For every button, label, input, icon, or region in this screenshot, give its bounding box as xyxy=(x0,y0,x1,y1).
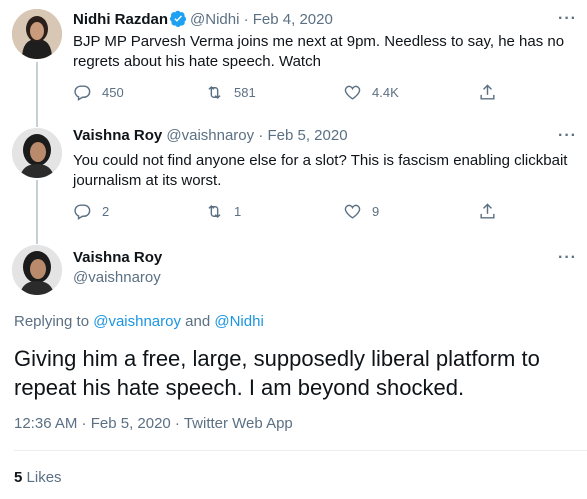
replying-and: and xyxy=(185,313,211,330)
tweet-timestamp[interactable]: 12:36 AM · Feb 5, 2020 · Twitter Web App xyxy=(14,415,293,432)
replying-to-link[interactable]: @vaishnaroy xyxy=(93,313,181,330)
main-tweet-text: Giving him a free, large, supposedly lib… xyxy=(14,346,540,400)
replying-to-link[interactable]: @Nidhi xyxy=(214,313,263,330)
avatar[interactable] xyxy=(12,245,62,295)
author-name[interactable]: Vaishna Roy xyxy=(73,249,162,266)
replying-prefix: Replying to xyxy=(14,313,90,330)
likes-count: 5 xyxy=(14,469,23,486)
tweet-main: Vaishna Roy @vaishnaroy ··· Replying to … xyxy=(0,0,587,499)
likes-label: Likes xyxy=(26,469,62,486)
thread-line xyxy=(36,236,38,244)
author-handle[interactable]: @vaishnaroy xyxy=(73,269,161,286)
divider xyxy=(14,450,587,451)
likes-summary[interactable]: 5 Likes xyxy=(14,469,62,486)
more-icon[interactable]: ··· xyxy=(558,249,577,267)
replying-to: Replying to @vaishnaroy and @Nidhi xyxy=(14,313,264,330)
